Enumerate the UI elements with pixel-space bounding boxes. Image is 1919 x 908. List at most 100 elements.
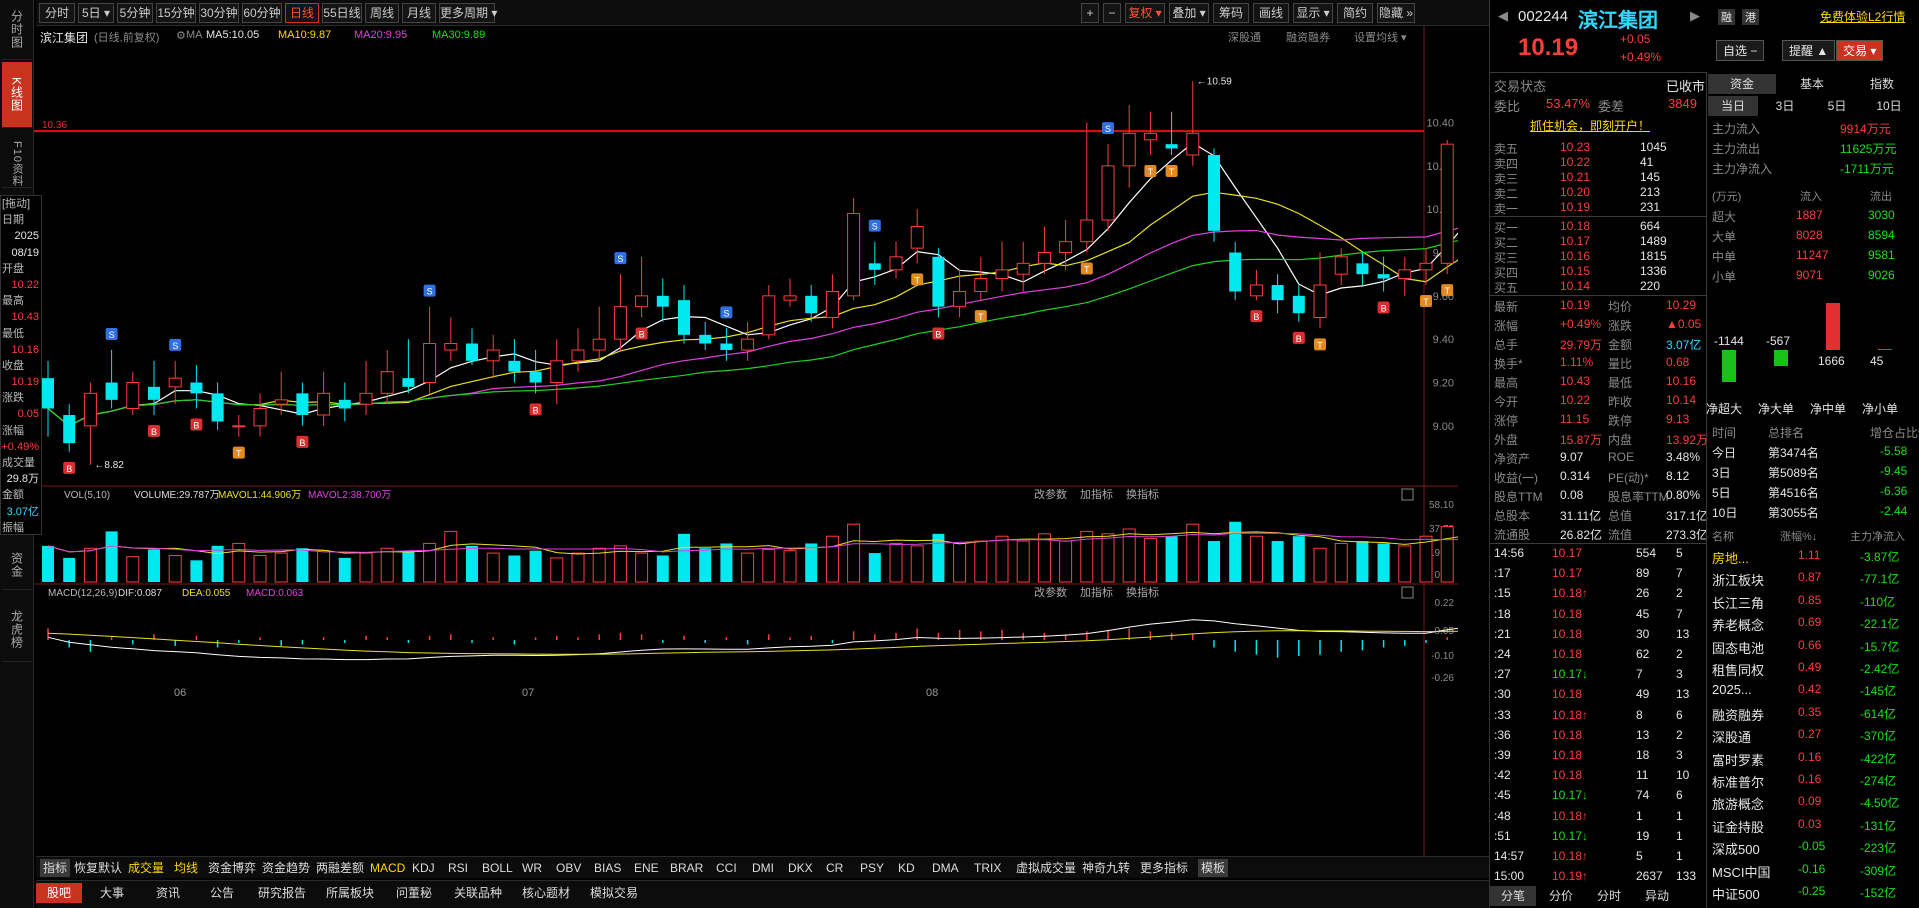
tick-tab-3[interactable]: 异动 [1634,886,1680,906]
indicator-11[interactable]: WR [522,859,542,877]
overlay-button[interactable]: 叠加 ▾ [1169,3,1209,23]
zoom-out-button[interactable]: − [1103,3,1121,23]
indicator-13[interactable]: BIAS [594,859,621,877]
indicator-6[interactable]: 两融差额 [316,859,364,877]
sector-name-12[interactable]: 证金持股 [1712,817,1764,836]
indicator-4[interactable]: 资金博弈 [208,859,256,877]
tab-f10[interactable]: F10资料 [2,140,32,188]
bottom-tab-7[interactable]: 关联品种 [446,883,510,903]
bottom-tab-3[interactable]: 公告 [198,883,246,903]
header-button-1[interactable]: 提醒 ▲ [1782,40,1836,61]
tick-tab-0[interactable]: 分笔 [1490,886,1536,906]
indicator-10[interactable]: BOLL [482,859,513,877]
sector-name-8[interactable]: 深股通 [1712,727,1751,746]
indicator-27[interactable]: 模板 [1198,859,1229,877]
indicator-16[interactable]: CCI [716,859,737,877]
period-9[interactable]: 月线 [402,3,436,23]
sector-name-4[interactable]: 固态电池 [1712,638,1764,657]
period-5[interactable]: 60分钟 [242,3,282,23]
sector-name-14[interactable]: MSCI中国 [1712,862,1771,881]
panel-action-0[interactable]: 改参数 [1034,487,1067,501]
display-button[interactable]: 显示 ▾ [1293,3,1333,23]
bottom-tab-2[interactable]: 资讯 [142,883,194,903]
open-account-ad[interactable]: 抓住机会，即刻开户！ [1530,117,1650,134]
sector-name-5[interactable]: 租售同权 [1712,660,1764,679]
chips-button[interactable]: 筹码 [1213,3,1249,23]
sector-name-9[interactable]: 富时罗素 [1712,750,1764,769]
panel-action-1[interactable]: 加指标 [1080,487,1113,501]
promo-link[interactable]: 免费体验L2行情 [1820,8,1905,25]
indicator-1[interactable]: 恢复默认 [74,859,122,877]
indicator-14[interactable]: ENE [634,859,659,877]
indicator-26[interactable]: 更多指标 [1140,859,1188,877]
bottom-tab-8[interactable]: 核心题材 [514,883,578,903]
indicator-21[interactable]: KD [898,859,915,877]
indicator-18[interactable]: DKX [788,859,813,877]
sector-name-2[interactable]: 长江三角 [1712,593,1764,612]
period-3[interactable]: 15分钟 [156,3,196,23]
period-0[interactable]: 分时 [39,3,75,23]
indicator-20[interactable]: PSY [860,859,884,877]
indicator-17[interactable]: DMI [752,859,774,877]
indicator-8[interactable]: KDJ [412,859,435,877]
bottom-tab-9[interactable]: 模拟交易 [582,883,646,903]
tick-tab-1[interactable]: 分价 [1538,886,1584,906]
header-button-2[interactable]: 交易 ▾ [1836,40,1884,61]
close-icon[interactable] [1401,586,1414,599]
bottom-tab-6[interactable]: 问董秘 [386,883,442,903]
bottom-tab-0[interactable]: 股吧 [36,883,82,903]
close-icon[interactable] [1401,488,1414,501]
indicator-0[interactable]: 指标 [40,859,71,877]
indicator-7[interactable]: MACD [370,859,405,877]
adjust-button[interactable]: 复权 ▾ [1125,3,1165,23]
zoom-in-button[interactable]: + [1081,3,1099,23]
tick-tab-2[interactable]: 分时 [1586,886,1632,906]
sector-name-7[interactable]: 融资融券 [1712,705,1764,724]
next-stock-icon[interactable]: ▶ [1690,8,1700,24]
panel-action-1[interactable]: 加指标 [1080,585,1113,599]
indicator-5[interactable]: 资金趋势 [262,859,310,877]
indicator-9[interactable]: RSI [448,859,468,877]
panel-action-2[interactable]: 换指标 [1126,585,1159,599]
bottom-tab-1[interactable]: 大事 [86,883,138,903]
indicator-19[interactable]: CR [826,859,843,877]
indicator-23[interactable]: TRIX [974,859,1001,877]
fund-tab-2[interactable]: 指数 [1848,74,1916,94]
sector-name-15[interactable]: 中证500 [1712,884,1760,903]
tab-dragon-tiger[interactable]: 龙虎榜 [2,598,32,662]
bottom-tab-4[interactable]: 研究报告 [250,883,314,903]
simple-button[interactable]: 简约 [1337,3,1373,23]
period-8[interactable]: 周线 [365,3,399,23]
prev-stock-icon[interactable]: ◀ [1498,8,1508,24]
period-2[interactable]: 5分钟 [117,3,153,23]
panel-action-0[interactable]: 改参数 [1034,585,1067,599]
tab-kline[interactable]: K线图 [2,62,32,128]
sector-name-10[interactable]: 标准普尔 [1712,772,1764,791]
sector-name-6[interactable]: 2025... [1712,682,1752,697]
panel-action-2[interactable]: 换指标 [1126,487,1159,501]
kline-chart[interactable]: 10.3610.4010.2010.009.809.609.409.209.00… [34,26,1458,866]
period-7[interactable]: 55日线 [322,3,362,23]
sector-name-13[interactable]: 深成500 [1712,839,1760,858]
sector-name-1[interactable]: 浙江板块 [1712,570,1764,589]
day-tab-0[interactable]: 当日 [1708,96,1758,116]
bottom-tab-5[interactable]: 所属板块 [318,883,382,903]
indicator-22[interactable]: DMA [932,859,959,877]
indicator-24[interactable]: 虚拟成交量 [1016,859,1076,877]
indicator-2[interactable]: 成交量 [128,859,164,877]
indicator-12[interactable]: OBV [556,859,581,877]
period-1[interactable]: 5日 ▾ [78,3,114,23]
period-10[interactable]: 更多周期 ▾ [439,3,497,23]
fund-tab-1[interactable]: 基本 [1778,74,1846,94]
fund-tab-0[interactable]: 资金 [1708,74,1776,94]
indicator-25[interactable]: 神奇九转 [1082,859,1130,877]
tab-timeshare[interactable]: 分时图 [2,0,32,60]
day-tab-1[interactable]: 3日 [1760,96,1810,116]
sector-name-11[interactable]: 旅游概念 [1712,794,1764,813]
period-4[interactable]: 30分钟 [199,3,239,23]
indicator-15[interactable]: BRAR [670,859,703,877]
sector-name-3[interactable]: 养老概念 [1712,615,1764,634]
sector-name-0[interactable]: 房地... [1712,548,1749,567]
day-tab-2[interactable]: 5日 [1812,96,1862,116]
day-tab-3[interactable]: 10日 [1864,96,1914,116]
